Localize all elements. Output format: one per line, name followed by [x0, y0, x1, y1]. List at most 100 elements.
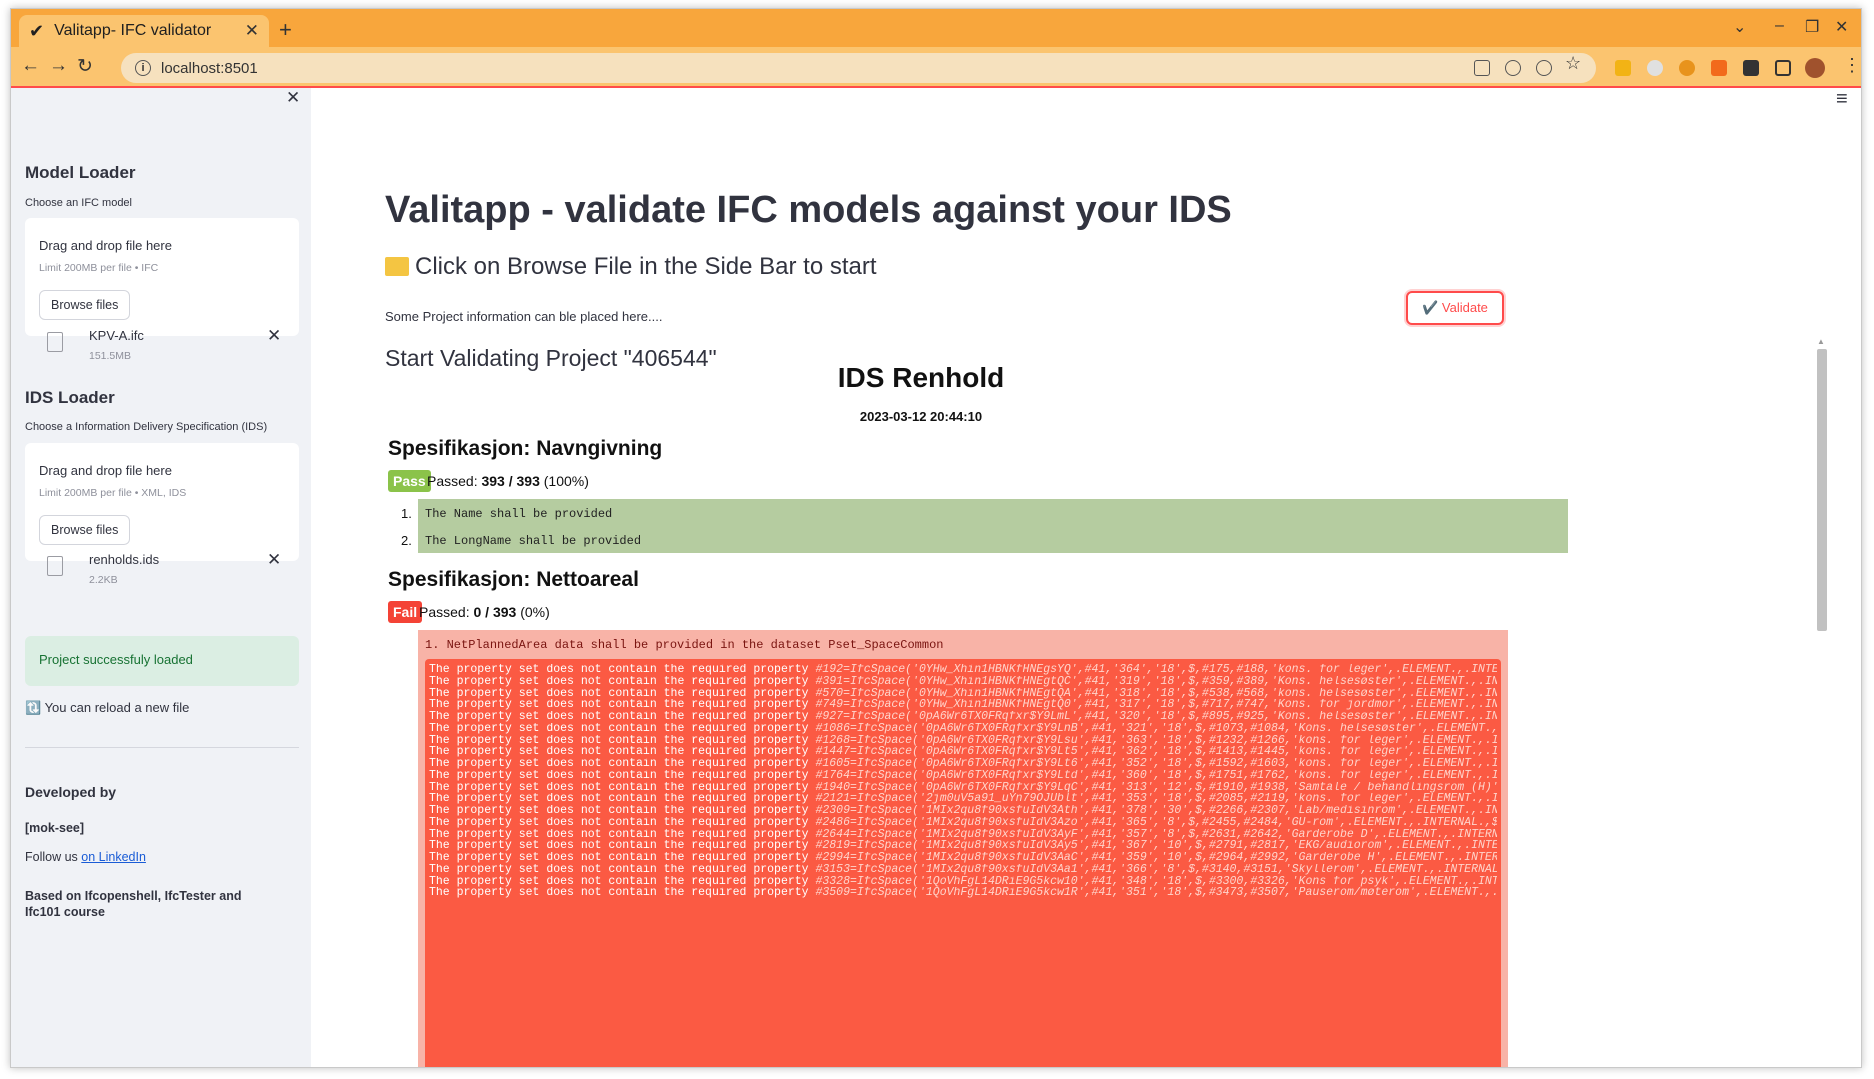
ids-dropzone[interactable]: Drag and drop file here Limit 200MB per …: [25, 443, 299, 561]
reload-icon[interactable]: ↻: [77, 55, 93, 78]
info-icon[interactable]: i: [135, 60, 151, 76]
failure-message: The property set does not contain the re…: [429, 769, 816, 782]
list-number: 1.: [401, 506, 412, 521]
failure-entity: #3509=IfcSpace('1QoVhFgL14DRiE9G5kcw1R',…: [815, 887, 1497, 899]
list-number: 1.: [425, 638, 440, 652]
extension-4-icon[interactable]: [1711, 60, 1727, 76]
close-window-icon[interactable]: ✕: [1835, 17, 1848, 37]
uploaded-file-ids: renholds.ids 2.2KB ✕: [25, 550, 299, 596]
page-title: Valitapp - validate IFC models against y…: [385, 189, 1232, 231]
requirement-text: NetPlannedArea data shall be provided in…: [446, 638, 944, 652]
follow-text: Follow us on LinkedIn: [25, 850, 146, 864]
failure-entity: #192=IfcSpace('0YHw_Xhin1HBNKfHNEgsYQ',#…: [815, 664, 1497, 676]
reload-hint: 🔃 You can reload a new file: [25, 700, 189, 716]
failure-list: The property set does not contain the re…: [425, 659, 1501, 1067]
address-bar[interactable]: i localhost:8501: [121, 53, 1596, 83]
failure-message: The property set does not contain the re…: [429, 793, 816, 805]
failure-entity: #2644=IfcSpace('1MIx2qu8f90xsfuIdV3AyF',…: [815, 828, 1497, 841]
reload-icon: 🔃: [25, 700, 42, 715]
browser-tab[interactable]: ✔ Valitapp- IFC validator ✕: [19, 15, 269, 47]
file-icon: [47, 332, 63, 352]
failure-entity: #1268=IfcSpace('0pA6Wr6TX0FRqfxr$Y9Lsu',…: [815, 734, 1497, 747]
main-content: ≡ Valitapp - validate IFC models against…: [311, 88, 1861, 1067]
browser-menu-icon[interactable]: ⋮: [1843, 55, 1861, 76]
zoom-icon[interactable]: [1505, 60, 1521, 76]
passed-count: 393 / 393: [481, 473, 540, 489]
scroll-up-icon[interactable]: ▲: [1817, 337, 1827, 346]
failure-message: The property set does not contain the re…: [429, 699, 816, 711]
tab-strip: ✔ Valitapp- IFC validator ✕ + ⌄ – ❐ ✕: [11, 9, 1861, 47]
spec-heading-nettoareal: Spesifikasjon: Nettoareal: [388, 568, 639, 591]
file-name: KPV-A.ifc: [89, 328, 144, 343]
failure-entity: #749=IfcSpace('0YHw_Xhin1HBNKfHNEgtQ0',#…: [815, 699, 1497, 711]
failure-row: The property set does not contain the re…: [429, 676, 1497, 688]
failure-message: The property set does not contain the re…: [429, 805, 816, 817]
browse-files-button[interactable]: Browse files: [39, 515, 131, 545]
failure-row: The property set does not contain the re…: [429, 770, 1497, 782]
minimize-icon[interactable]: –: [1775, 17, 1784, 35]
folder-icon: [385, 257, 409, 276]
failure-entity: #1764=IfcSpace('0pA6Wr6TX0FRqfxr$Y9Ltd',…: [815, 769, 1497, 782]
hamburger-menu-icon[interactable]: ≡: [1836, 88, 1848, 111]
failure-message: The property set does not contain the re…: [429, 746, 816, 758]
side-panel-icon[interactable]: [1775, 60, 1791, 76]
project-info: Some Project information can ble placed …: [385, 309, 663, 324]
extension-2-icon[interactable]: [1647, 60, 1663, 76]
sidebar: ✕ Model Loader Choose an IFC model Drag …: [11, 88, 311, 1067]
failure-message: The property set does not contain the re…: [429, 664, 816, 676]
failure-entity: #391=IfcSpace('0YHw_Xhin1HBNKfHNEgtQC',#…: [815, 675, 1497, 688]
bookmark-star-icon[interactable]: ☆: [1565, 53, 1581, 74]
status-badge-fail: Fail: [388, 601, 423, 623]
failure-message: The property set does not contain the re…: [429, 687, 816, 700]
requirement-text: The Name shall be provided: [425, 507, 613, 521]
failure-row: The property set does not contain the re…: [429, 876, 1497, 888]
passed-pct: (0%): [520, 604, 550, 620]
failure-row: The property set does not contain the re…: [429, 829, 1497, 841]
passed-label: Passed:: [427, 473, 478, 489]
list-number: 2.: [401, 533, 412, 548]
close-sidebar-icon[interactable]: ✕: [286, 88, 300, 108]
failure-entity: #2309=IfcSpace('1MIx2qu8f90xsfuIdV3Ath',…: [815, 805, 1497, 817]
failure-message: The property set does not contain the re…: [429, 758, 816, 770]
url-text: localhost:8501: [161, 59, 258, 77]
failure-row: The property set does not contain the re…: [429, 840, 1497, 852]
failure-rows: The property set does not contain the re…: [429, 664, 1497, 899]
profile-avatar[interactable]: [1805, 58, 1825, 78]
report-title: IDS Renhold: [837, 362, 1005, 393]
extension-1-icon[interactable]: [1615, 60, 1631, 76]
failure-message: The property set does not contain the re…: [429, 887, 816, 899]
failure-row: The property set does not contain the re…: [429, 711, 1497, 723]
failure-entity: #1086=IfcSpace('0pA6Wr6TX0FRqfxr$Y9LnB',…: [815, 722, 1497, 735]
share-icon[interactable]: [1536, 60, 1552, 76]
back-icon[interactable]: ←: [21, 55, 40, 77]
browser-window: ✔ Valitapp- IFC validator ✕ + ⌄ – ❐ ✕ ← …: [10, 8, 1862, 1068]
browse-files-button[interactable]: Browse files: [39, 290, 131, 320]
failure-message: The property set does not contain the re…: [429, 781, 816, 794]
failure-message: The property set does not contain the re…: [429, 722, 816, 735]
subtitle-text: Click on Browse File in the Side Bar to …: [415, 253, 877, 280]
failure-entity: #3153=IfcSpace('1MIx2qu8f90xsfuIdV3Aa1',…: [815, 863, 1497, 876]
remove-file-icon[interactable]: ✕: [267, 326, 281, 346]
failure-row: The property set does not contain the re…: [429, 688, 1497, 700]
translate-icon[interactable]: [1474, 60, 1490, 76]
extensions-puzzle-icon[interactable]: [1743, 60, 1759, 76]
forward-icon[interactable]: →: [49, 55, 68, 77]
extension-3-icon[interactable]: [1679, 60, 1695, 76]
report-scrollbar[interactable]: ▲: [1817, 337, 1827, 1067]
page-subtitle: Click on Browse File in the Side Bar to …: [385, 253, 877, 281]
failure-entity: #570=IfcSpace('0YHw_Xhin1HBNKfHNEgtQA',#…: [815, 687, 1497, 700]
report-date: 2023-03-12 20:44:10: [859, 409, 983, 424]
new-tab-icon[interactable]: +: [279, 17, 292, 43]
close-tab-icon[interactable]: ✕: [245, 21, 259, 41]
passed-summary: Passed: 393 / 393 (100%): [427, 473, 589, 489]
validate-button[interactable]: ✔️ Validate: [1406, 291, 1504, 325]
ids-loader-prompt: Choose a Information Delivery Specificat…: [25, 421, 268, 433]
tab-search-icon[interactable]: ⌄: [1733, 17, 1746, 37]
linkedin-link[interactable]: on LinkedIn: [81, 850, 146, 864]
restore-icon[interactable]: ❐: [1805, 17, 1819, 37]
failure-row: The property set does not contain the re…: [429, 793, 1497, 805]
scroll-thumb[interactable]: [1817, 349, 1827, 631]
divider: [25, 747, 299, 748]
ifc-dropzone[interactable]: Drag and drop file here Limit 200MB per …: [25, 218, 299, 336]
remove-file-icon[interactable]: ✕: [267, 550, 281, 570]
